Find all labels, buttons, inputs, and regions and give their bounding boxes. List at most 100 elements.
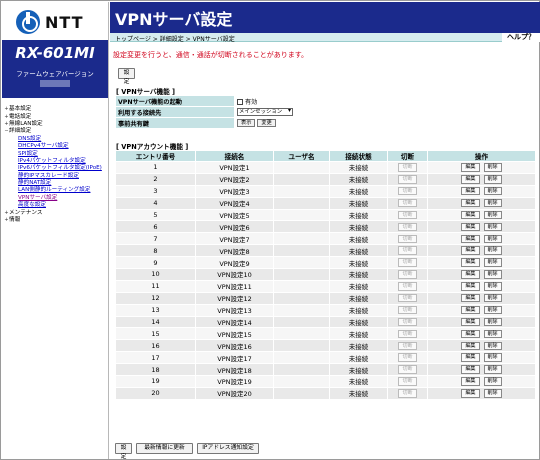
delete-button[interactable]: 削除: [483, 365, 502, 374]
sidebar-item[interactable]: − 詳細設定: [4, 128, 108, 135]
edit-button[interactable]: 編集: [461, 282, 480, 291]
delete-button[interactable]: 削除: [483, 282, 502, 291]
disconnect-button[interactable]: 切断: [398, 329, 417, 339]
disconnect-button[interactable]: 切断: [398, 186, 417, 196]
disconnect-button[interactable]: 切断: [398, 270, 417, 279]
edit-button[interactable]: 編集: [461, 186, 480, 196]
edit-button[interactable]: 編集: [461, 305, 480, 315]
sidebar-item[interactable]: + 情報: [4, 217, 108, 224]
disconnect-button[interactable]: 切断: [398, 163, 417, 172]
edit-button[interactable]: 編集: [461, 317, 480, 327]
model-panel: RX-601MI ファームウェアバージョン: [2, 40, 108, 98]
edit-button[interactable]: 編集: [461, 341, 480, 351]
delete-button[interactable]: 削除: [483, 270, 502, 279]
help-link[interactable]: ヘルプ？: [502, 33, 540, 42]
delete-button[interactable]: 削除: [483, 210, 502, 220]
disconnect-button[interactable]: 切断: [398, 377, 417, 386]
disconnect-button[interactable]: 切断: [398, 317, 417, 327]
delete-button[interactable]: 削除: [483, 186, 502, 196]
refresh-button[interactable]: 最新情報に更新: [136, 443, 193, 454]
status-cell: 未接続: [329, 220, 388, 234]
disconnect-button[interactable]: 切断: [398, 305, 417, 315]
sidebar-item[interactable]: IPv6パケットフィルタ設定(IPoE): [4, 165, 108, 172]
delete-button[interactable]: 削除: [483, 258, 502, 267]
disconnect-cell: 切断: [387, 303, 428, 317]
edit-button[interactable]: 編集: [461, 270, 480, 279]
sidebar-item-label: IPv6パケットフィルタ設定(IPoE): [18, 165, 102, 172]
status-cell: 未接続: [329, 208, 388, 222]
edit-button[interactable]: 編集: [461, 210, 480, 220]
edit-button[interactable]: 編集: [461, 222, 480, 232]
sidebar-item[interactable]: 静的IPマスカレード設定: [4, 173, 108, 180]
delete-button[interactable]: 削除: [483, 353, 502, 362]
delete-button[interactable]: 削除: [483, 175, 502, 184]
disconnect-button[interactable]: 切断: [398, 198, 417, 208]
delete-button[interactable]: 削除: [483, 222, 502, 232]
disconnect-button[interactable]: 切断: [398, 246, 417, 255]
edit-button[interactable]: 編集: [461, 234, 480, 244]
delete-button[interactable]: 削除: [483, 329, 502, 339]
delete-button[interactable]: 削除: [483, 389, 502, 398]
sidebar-item[interactable]: VPNサーバ設定: [4, 195, 108, 202]
edit-button[interactable]: 編集: [461, 198, 480, 208]
table-row: 6 VPN設定6 未接続 切断 編集 削除: [115, 220, 536, 234]
edit-button[interactable]: 編集: [461, 329, 480, 339]
disconnect-cell: 切断: [387, 386, 428, 400]
vpn-accounts-body: 1 VPN設定1 未接続 切断 編集 削除 2 VPN設定2 未接続 切断 編集 削除 3 VPN設定3 未…: [115, 161, 536, 400]
ip-notify-button[interactable]: IPアドレス通知設定: [197, 443, 259, 454]
delete-button[interactable]: 削除: [483, 234, 502, 244]
delete-button[interactable]: 削除: [483, 293, 502, 303]
sidebar-item[interactable]: DHCPv4サーバ設定: [4, 143, 108, 150]
edit-button[interactable]: 編集: [461, 163, 480, 172]
disconnect-button[interactable]: 切断: [398, 282, 417, 291]
disconnect-button[interactable]: 切断: [398, 293, 417, 303]
edit-button[interactable]: 編集: [461, 389, 480, 398]
sidebar-item[interactable]: DNS設定: [4, 136, 108, 143]
username-cell: [273, 196, 330, 210]
delete-button[interactable]: 削除: [483, 377, 502, 386]
ntt-logo-icon: [16, 10, 40, 34]
sidebar-item[interactable]: + 基本設定: [4, 106, 108, 113]
delete-button[interactable]: 削除: [483, 246, 502, 255]
col-disconnect: 切断: [387, 150, 428, 162]
sidebar-item[interactable]: SPI設定: [4, 150, 108, 157]
main-content: VPNサーバ設定 トップページ > 詳細設定 > VPNサーバ設定 ヘルプ？ 設…: [110, 2, 540, 460]
disconnect-button[interactable]: 切断: [398, 258, 417, 267]
disconnect-button[interactable]: 切断: [398, 210, 417, 220]
username-cell: [273, 303, 330, 317]
set-button-top[interactable]: 設定: [118, 68, 135, 85]
disconnect-button[interactable]: 切断: [398, 222, 417, 232]
edit-button[interactable]: 編集: [461, 246, 480, 255]
edit-button[interactable]: 編集: [461, 258, 480, 267]
psk-change-button[interactable]: 変更: [257, 119, 276, 127]
breadcrumb[interactable]: トップページ > 詳細設定 > VPNサーバ設定: [115, 34, 235, 43]
connection-select[interactable]: メインセッション: [237, 108, 293, 116]
delete-button[interactable]: 削除: [483, 341, 502, 351]
delete-button[interactable]: 削除: [483, 163, 502, 172]
model-name: RX-601MI: [15, 44, 95, 62]
delete-button[interactable]: 削除: [483, 198, 502, 208]
sidebar-item[interactable]: + メンテナンス: [4, 209, 108, 216]
set-button-bottom[interactable]: 設定: [115, 443, 132, 460]
edit-button[interactable]: 編集: [461, 365, 480, 374]
operation-cell: 編集 削除: [427, 315, 536, 329]
disconnect-button[interactable]: 切断: [398, 353, 417, 362]
sidebar-item[interactable]: 高度な設定: [4, 202, 108, 209]
sidebar-item[interactable]: LAN側静的ルーティング設定: [4, 187, 108, 194]
disconnect-button[interactable]: 切断: [398, 365, 417, 374]
vpn-enable-checkbox[interactable]: [237, 98, 243, 105]
sidebar-item[interactable]: + 電話設定: [4, 113, 108, 120]
disconnect-button[interactable]: 切断: [398, 175, 417, 184]
psk-show-button[interactable]: 表示: [237, 119, 256, 127]
disconnect-button[interactable]: 切断: [398, 389, 417, 398]
disconnect-button[interactable]: 切断: [398, 341, 417, 351]
edit-button[interactable]: 編集: [461, 353, 480, 362]
edit-button[interactable]: 編集: [461, 293, 480, 303]
disconnect-button[interactable]: 切断: [398, 234, 417, 244]
sidebar-item-label: DHCPv4サーバ設定: [18, 143, 69, 150]
table-row: 8 VPN設定8 未接続 切断 編集 削除: [115, 244, 536, 258]
edit-button[interactable]: 編集: [461, 175, 480, 184]
edit-button[interactable]: 編集: [461, 377, 480, 386]
delete-button[interactable]: 削除: [483, 317, 502, 327]
delete-button[interactable]: 削除: [483, 305, 502, 315]
